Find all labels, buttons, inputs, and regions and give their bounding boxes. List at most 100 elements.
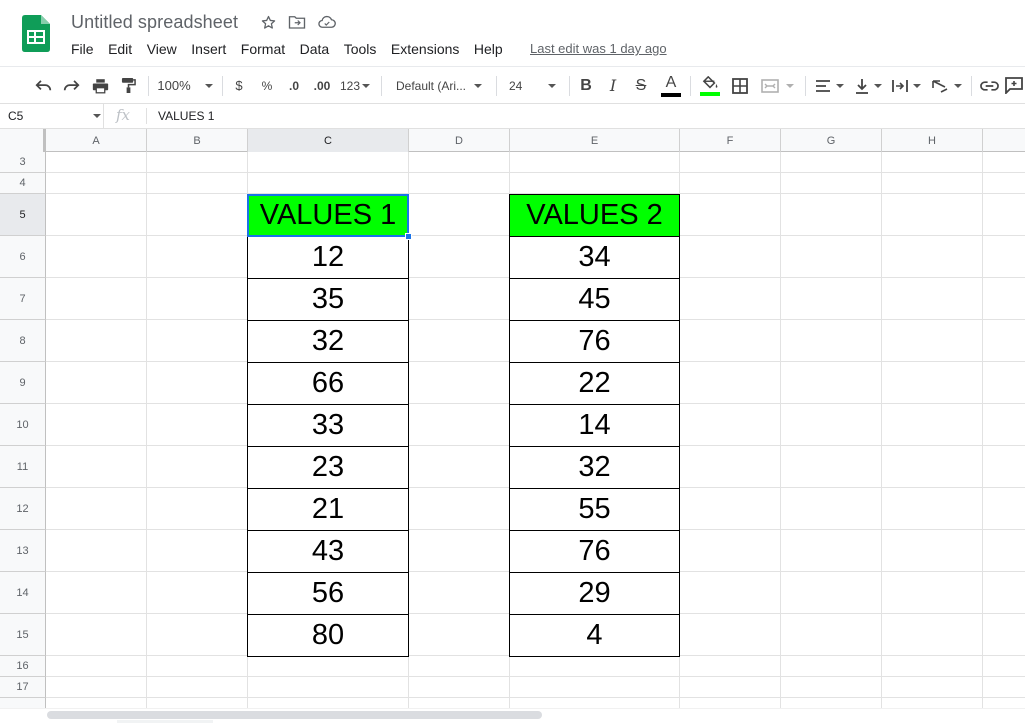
cell-e10[interactable]: 14 (509, 404, 680, 447)
select-all-corner[interactable] (0, 129, 46, 152)
decrease-decimals-button[interactable]: .0 (283, 67, 305, 104)
cell-c15[interactable]: 80 (247, 614, 409, 657)
row-header-7[interactable]: 7 (0, 278, 46, 320)
zoom-select[interactable]: 100% (156, 67, 214, 104)
row-header-10[interactable]: 10 (0, 404, 46, 446)
cell-e14[interactable]: 29 (509, 572, 680, 615)
move-to-folder-icon[interactable] (288, 13, 306, 31)
menu-format[interactable]: Format (241, 40, 285, 58)
font-size-select[interactable]: 24 (504, 67, 562, 104)
row-header-3[interactable]: 3 (0, 152, 46, 173)
menu-tools[interactable]: Tools (344, 40, 377, 58)
currency-format-button[interactable]: $ (230, 67, 248, 104)
print-icon[interactable] (89, 67, 111, 104)
cell-e5[interactable]: VALUES 2 (509, 194, 680, 237)
row-header-14[interactable]: 14 (0, 572, 46, 614)
gridline (146, 152, 147, 708)
percent-format-button[interactable]: % (257, 67, 277, 104)
menu-help[interactable]: Help (474, 40, 503, 58)
column-header-a[interactable]: A (46, 129, 147, 152)
menu-data[interactable]: Data (300, 40, 330, 58)
star-icon[interactable] (259, 13, 277, 31)
row-header-4[interactable]: 4 (0, 173, 46, 194)
cell-c7[interactable]: 35 (247, 278, 409, 321)
vertical-align-chevron-down-icon (874, 84, 882, 88)
gridline (982, 152, 983, 708)
cell-c6[interactable]: 12 (247, 236, 409, 279)
menu-extensions[interactable]: Extensions (391, 40, 459, 58)
borders-icon[interactable] (729, 67, 751, 104)
text-color-button[interactable]: A (660, 67, 682, 104)
row-header-18-partial[interactable] (0, 698, 46, 708)
redo-icon[interactable] (60, 67, 82, 104)
undo-icon[interactable] (32, 67, 54, 104)
row-header-16[interactable]: 16 (0, 656, 46, 677)
paint-format-icon[interactable] (117, 67, 139, 104)
gridline (780, 152, 781, 708)
horizontal-align-button[interactable] (812, 67, 846, 104)
row-header-8[interactable]: 8 (0, 320, 46, 362)
document-title[interactable]: Untitled spreadsheet (71, 12, 238, 33)
strikethrough-button[interactable]: S (631, 67, 651, 104)
column-header-c[interactable]: C (248, 129, 409, 152)
column-header-h[interactable]: H (882, 129, 983, 152)
column-header-g[interactable]: G (781, 129, 882, 152)
column-header-d[interactable]: D (409, 129, 510, 152)
horizontal-scrollbar[interactable] (0, 708, 1025, 723)
italic-button[interactable]: I (603, 67, 623, 104)
text-wrapping-button[interactable] (889, 67, 923, 104)
gridline (46, 676, 1025, 677)
cell-c8[interactable]: 32 (247, 320, 409, 363)
cell-e9[interactable]: 22 (509, 362, 680, 405)
cell-e15[interactable]: 4 (509, 614, 680, 657)
fill-handle[interactable] (405, 233, 412, 240)
sheets-logo-icon[interactable] (22, 15, 50, 52)
cell-c9[interactable]: 66 (247, 362, 409, 405)
menu-edit[interactable]: Edit (108, 40, 132, 58)
cell-c5[interactable]: VALUES 1 (247, 194, 409, 237)
formula-input[interactable]: VALUES 1 (158, 109, 214, 123)
cell-e7[interactable]: 45 (509, 278, 680, 321)
font-select[interactable]: Default (Ari... (390, 67, 488, 104)
insert-comment-icon[interactable] (1005, 67, 1025, 104)
cell-c12[interactable]: 21 (247, 488, 409, 531)
row-header-5[interactable]: 5 (0, 194, 46, 236)
merge-cells-button[interactable] (757, 67, 797, 104)
cell-c14[interactable]: 56 (247, 572, 409, 615)
menu-insert[interactable]: Insert (191, 40, 226, 58)
row-header-15[interactable]: 15 (0, 614, 46, 656)
row-header-6[interactable]: 6 (0, 236, 46, 278)
toolbar-divider (690, 76, 691, 96)
menu-file[interactable]: File (71, 40, 94, 58)
row-header-13[interactable]: 13 (0, 530, 46, 572)
row-header-12[interactable]: 12 (0, 488, 46, 530)
cell-e6[interactable]: 34 (509, 236, 680, 279)
row-header-11[interactable]: 11 (0, 446, 46, 488)
text-rotation-button[interactable] (928, 67, 964, 104)
column-header-b[interactable]: B (147, 129, 248, 152)
name-box[interactable]: C5 (0, 104, 104, 128)
insert-link-icon[interactable] (977, 67, 1001, 104)
increase-decimals-button[interactable]: .00 (310, 67, 334, 104)
column-header-f[interactable]: F (680, 129, 781, 152)
fill-color-button[interactable] (698, 67, 722, 104)
row-header-17[interactable]: 17 (0, 677, 46, 698)
vertical-align-button[interactable] (851, 67, 885, 104)
bold-button[interactable]: B (576, 67, 596, 104)
cell-c13[interactable]: 43 (247, 530, 409, 573)
menu-view[interactable]: View (147, 40, 177, 58)
last-edit-link[interactable]: Last edit was 1 day ago (530, 40, 667, 58)
column-header-e[interactable]: E (510, 129, 680, 152)
cloud-saved-icon[interactable] (318, 13, 336, 31)
cell-e8[interactable]: 76 (509, 320, 680, 363)
fill-color-swatch (700, 92, 720, 96)
cell-c11[interactable]: 23 (247, 446, 409, 489)
cell-c10[interactable]: 33 (247, 404, 409, 447)
fx-icon: fx (116, 106, 130, 124)
row-header-9[interactable]: 9 (0, 362, 46, 404)
cell-e12[interactable]: 55 (509, 488, 680, 531)
horizontal-scrollbar-thumb[interactable] (47, 711, 542, 719)
more-formats-button[interactable]: 123 (338, 67, 372, 104)
cell-e13[interactable]: 76 (509, 530, 680, 573)
cell-e11[interactable]: 32 (509, 446, 680, 489)
